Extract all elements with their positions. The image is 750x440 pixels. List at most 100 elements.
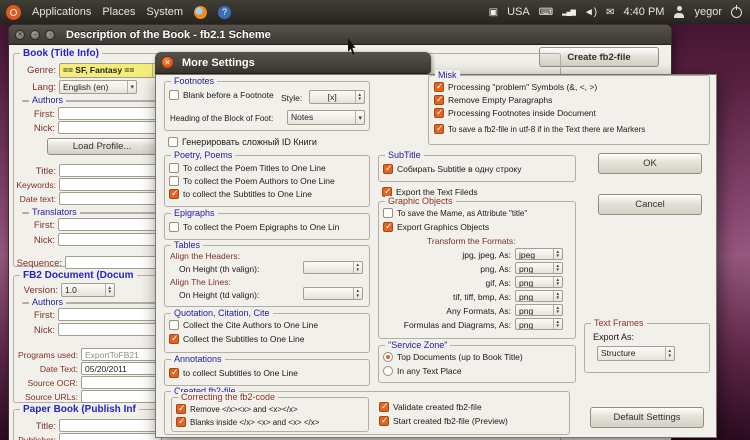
checkbox[interactable] — [168, 137, 178, 147]
checkbox[interactable] — [434, 81, 444, 92]
poem-epigraphs-option[interactable]: To collect the Poem Epigraphs to One Lin — [169, 222, 339, 232]
author-first-input[interactable] — [58, 107, 157, 120]
checkbox-label[interactable]: Blank before a Footnote — [183, 90, 274, 100]
menu-applications[interactable]: Applications — [32, 6, 91, 18]
keywords-input[interactable] — [59, 178, 162, 191]
checkbox-label[interactable]: Collect the Subtitles to One Line — [183, 334, 304, 344]
spinner-icon[interactable] — [552, 263, 562, 273]
checkbox[interactable] — [169, 163, 179, 173]
spinner-icon[interactable] — [552, 305, 562, 315]
close-button[interactable]: ✕ — [15, 29, 25, 40]
start-fb2-preview-option[interactable]: Start created fb2-file (Preview) — [379, 415, 508, 426]
clock[interactable]: 4:40 PM — [624, 6, 665, 18]
help-icon[interactable]: ? — [218, 5, 232, 19]
checkbox-label[interactable]: to collect Subtitles to One Line — [183, 368, 298, 378]
checkbox[interactable] — [379, 401, 389, 412]
cancel-button[interactable]: Cancel — [598, 194, 702, 215]
checkbox-label[interactable]: To collect the Poem Titles to One Line — [183, 163, 326, 173]
ok-button[interactable]: OK — [598, 153, 702, 174]
checkbox[interactable] — [169, 367, 179, 378]
paper-title-input[interactable] — [59, 419, 162, 432]
source-urls-input[interactable] — [81, 390, 162, 403]
problem-symbols-option[interactable]: Processing "problem" Symbols (&, <, >) — [434, 81, 597, 92]
menu-system[interactable]: System — [146, 6, 183, 18]
formulas-format-combo[interactable]: png — [515, 318, 563, 330]
radio-button[interactable] — [383, 366, 393, 376]
text-frames-combo[interactable]: Structure — [597, 346, 675, 361]
remove-tags-option[interactable]: Remove </x><x> and <x></x> — [176, 403, 298, 414]
blank-before-footnote-option[interactable]: Blank before a Footnote — [169, 90, 274, 100]
checkbox-label[interactable]: Processing "problem" Symbols (&, <, >) — [448, 82, 597, 92]
title-input[interactable] — [59, 164, 162, 177]
network-signal-icon[interactable]: ▂▄▆ — [562, 8, 576, 16]
checkbox[interactable] — [383, 221, 393, 232]
spinner-icon[interactable] — [664, 347, 674, 360]
checkbox-label[interactable]: To save the Mame, as Attribute "title" — [397, 209, 527, 218]
checkbox[interactable] — [383, 208, 393, 218]
checkbox-label[interactable]: To save a fb2-file in utf-8 if in the Te… — [448, 125, 645, 134]
radio-button[interactable] — [383, 352, 393, 362]
version-combo[interactable]: 1.0 — [61, 283, 115, 297]
checkbox-label[interactable]: To collect the Poem Authors to One Line — [183, 176, 335, 186]
spinner-icon[interactable] — [552, 319, 562, 329]
footnote-style-combo[interactable]: [x] — [309, 90, 365, 104]
doc-date-input[interactable]: 05/20/2011 — [81, 362, 162, 375]
dialog-titlebar[interactable]: ✕ More Settings — [155, 52, 431, 74]
checkbox-label[interactable]: To collect the Poem Epigraphs to One Lin — [183, 222, 339, 232]
spinner-icon[interactable] — [552, 277, 562, 287]
cite-subtitles-option[interactable]: Collect the Subtitles to One Line — [169, 333, 304, 344]
keyboard-icon[interactable]: ⌨ — [539, 7, 553, 18]
user-menu[interactable]: yegor — [694, 6, 722, 18]
utf8-markers-option[interactable]: To save a fb2-file in utf-8 if in the Te… — [434, 123, 645, 134]
checkbox-label[interactable]: Remove </x><x> and <x></x> — [190, 405, 298, 414]
checkbox-label[interactable]: Start created fb2-file (Preview) — [393, 416, 508, 426]
main-window-titlebar[interactable]: ✕ – ▫ Description of the Book - fb2.1 Sc… — [9, 25, 671, 45]
gif-format-combo[interactable]: png — [515, 276, 563, 288]
translator-nick-input[interactable] — [58, 233, 157, 246]
checkbox-label[interactable]: to collect the Subtitles to One Line — [183, 189, 312, 199]
jpg-format-combo[interactable]: jpeg — [515, 248, 563, 260]
checkbox-label[interactable]: Remove Empty Paragraphs — [448, 95, 552, 105]
checkbox-label[interactable]: Генерировать сложный ID Книги — [182, 137, 317, 147]
mail-icon[interactable]: ✉ — [606, 7, 614, 18]
menu-places[interactable]: Places — [102, 6, 135, 18]
doc-author-nick-input[interactable] — [58, 323, 157, 336]
keyboard-layout-indicator[interactable]: USA — [507, 6, 530, 18]
validate-fb2-option[interactable]: Validate created fb2-file — [379, 401, 482, 412]
close-button[interactable]: ✕ — [161, 56, 174, 69]
any-text-place-radio[interactable]: In any Text Place — [383, 366, 462, 376]
checkbox[interactable] — [379, 415, 389, 426]
complex-id-option[interactable]: Генерировать сложный ID Книги — [168, 137, 317, 147]
png-format-combo[interactable]: png — [515, 262, 563, 274]
poem-subtitles-option[interactable]: to collect the Subtitles to One Line — [169, 188, 312, 199]
footnotes-inside-option[interactable]: Processing Footnotes inside Document — [434, 107, 596, 118]
sequence-input[interactable] — [65, 256, 162, 269]
radio-label[interactable]: Top Documents (up to Book Title) — [397, 352, 523, 362]
th-valign-combo[interactable] — [303, 261, 363, 274]
checkbox[interactable] — [176, 403, 186, 414]
load-profile-button[interactable]: Load Profile... — [47, 138, 157, 155]
lang-combo[interactable]: English (en) — [59, 80, 137, 94]
doc-author-first-input[interactable] — [58, 308, 157, 321]
checkbox[interactable] — [434, 94, 444, 105]
battery-icon[interactable]: ▣ — [489, 7, 498, 18]
footnote-heading-combo[interactable]: Notes — [287, 110, 365, 125]
power-icon[interactable] — [731, 4, 742, 18]
maximize-button[interactable]: ▫ — [45, 29, 55, 40]
genre-combo[interactable]: == SF, Fantasy == — [59, 63, 162, 78]
source-ocr-input[interactable] — [81, 376, 162, 389]
checkbox-label[interactable]: Export Graphics Objects — [397, 222, 489, 232]
minimize-button[interactable]: – — [30, 29, 40, 40]
blanks-inside-option[interactable]: Blanks inside </x> <x> and <x> </x> — [176, 416, 319, 427]
programs-used-input[interactable]: ExportToFB21 — [81, 348, 162, 361]
date-text-input[interactable] — [59, 192, 162, 205]
remove-empty-paragraphs-option[interactable]: Remove Empty Paragraphs — [434, 94, 552, 105]
checkbox[interactable] — [169, 188, 179, 199]
spinner-icon[interactable] — [104, 284, 114, 296]
checkbox-label[interactable]: Blanks inside </x> <x> and <x> </x> — [190, 418, 319, 427]
checkbox[interactable] — [169, 320, 179, 330]
poem-titles-option[interactable]: To collect the Poem Titles to One Line — [169, 163, 326, 173]
default-settings-button[interactable]: Default Settings — [590, 407, 704, 428]
dropdown-arrow-icon[interactable] — [127, 81, 136, 93]
checkbox[interactable] — [434, 123, 444, 134]
